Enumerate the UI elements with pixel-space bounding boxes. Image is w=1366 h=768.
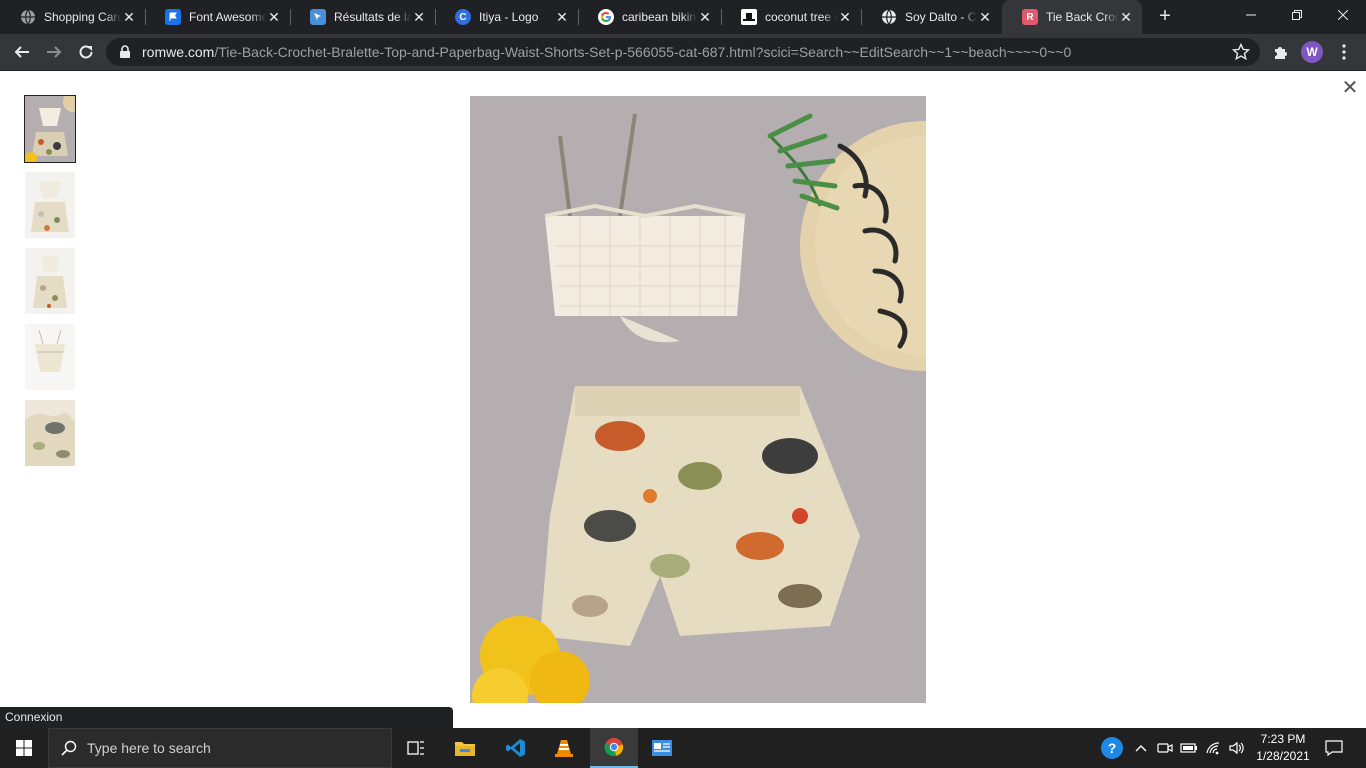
close-tab-icon[interactable]: ✕ <box>697 9 713 25</box>
task-view-button[interactable] <box>392 728 440 768</box>
c-icon: C <box>455 9 471 25</box>
url-host: romwe.com <box>142 44 215 60</box>
kebab-menu-icon <box>1342 44 1346 60</box>
tab-title: Soy Dalto - Cu <box>905 10 977 24</box>
windows-taskbar: Type here to search ? 7:23 PM 1/28/2021 <box>0 728 1366 768</box>
page-content: ✕ <box>0 71 1366 728</box>
url-path: /Tie-Back-Crochet-Bralette-Top-and-Paper… <box>214 44 1072 60</box>
arrow-right-icon <box>47 46 62 58</box>
new-tab-button[interactable]: + <box>1154 5 1176 27</box>
tab-soy-dalto[interactable]: Soy Dalto - Cu ✕ <box>861 0 1001 34</box>
product-main-image[interactable] <box>470 96 926 703</box>
tab-strip: Shopping Card ✕ Font Awesome ✕ Résultats… <box>0 0 1366 34</box>
vscode-icon <box>506 739 525 757</box>
taskbar-search[interactable]: Type here to search <box>48 728 392 768</box>
forward-button[interactable] <box>40 38 68 66</box>
system-clock[interactable]: 7:23 PM 1/28/2021 <box>1252 731 1314 765</box>
search-icon <box>61 740 77 756</box>
tab-title: Font Awesome <box>189 10 266 24</box>
battery-icon[interactable] <box>1179 738 1199 758</box>
search-placeholder: Type here to search <box>87 740 211 756</box>
url-text: romwe.com/Tie-Back-Crochet-Bralette-Top-… <box>142 44 1071 60</box>
wifi-icon[interactable] <box>1203 738 1223 758</box>
reload-button[interactable] <box>72 38 100 66</box>
volume-icon[interactable] <box>1227 738 1247 758</box>
help-icon[interactable]: ? <box>1101 737 1123 759</box>
puzzle-icon <box>1275 47 1287 59</box>
close-tab-icon[interactable]: ✕ <box>266 9 282 25</box>
file-explorer-button[interactable] <box>441 728 489 768</box>
tab-title: Itiya - Logo <box>479 10 539 24</box>
restore-button[interactable] <box>1274 0 1320 30</box>
tab-title: Shopping Card <box>44 10 121 24</box>
close-icon[interactable]: ✕ <box>1341 78 1359 98</box>
pointer-icon <box>310 9 326 25</box>
product-thumbnail[interactable] <box>25 172 75 238</box>
hat-icon <box>741 9 757 25</box>
close-window-button[interactable] <box>1320 0 1366 30</box>
tab-title: coconut tree n <box>765 10 837 24</box>
window-app-icon <box>652 740 672 756</box>
status-bar: Connexion <box>0 707 453 728</box>
tab-tie-back-crochet[interactable]: R Tie Back Croch ✕ <box>1002 0 1142 34</box>
globe-icon <box>20 9 36 25</box>
tab-caribean-bikini[interactable]: caribean bikini ✕ <box>578 0 721 34</box>
chrome-icon <box>604 738 624 757</box>
close-tab-icon[interactable]: ✕ <box>554 9 570 25</box>
flag-icon <box>165 9 181 25</box>
vlc-cone-icon <box>555 740 573 757</box>
close-tab-icon[interactable]: ✕ <box>411 9 427 25</box>
tab-title: Tie Back Croch <box>1046 10 1118 24</box>
reload-icon <box>79 45 93 59</box>
google-icon <box>598 9 614 25</box>
close-tab-icon[interactable]: ✕ <box>837 9 853 25</box>
profile-avatar[interactable]: W <box>1301 41 1323 63</box>
product-thumbnail[interactable] <box>25 400 75 466</box>
address-bar[interactable]: romwe.com/Tie-Back-Crochet-Bralette-Top-… <box>106 38 1260 66</box>
vscode-button[interactable] <box>492 728 540 768</box>
product-thumbnail[interactable] <box>25 248 75 314</box>
task-view-icon <box>407 741 424 755</box>
notification-icon[interactable] <box>1324 738 1344 758</box>
chrome-button[interactable] <box>590 728 638 768</box>
vlc-button[interactable] <box>540 728 588 768</box>
tab-resultats[interactable]: Résultats de la ✕ <box>290 0 435 34</box>
clock-time: 7:23 PM <box>1260 732 1306 746</box>
product-thumbnail[interactable] <box>25 324 75 390</box>
minimize-button[interactable] <box>1228 0 1274 30</box>
tab-title: Résultats de la <box>334 10 411 24</box>
tab-itiya-logo[interactable]: C Itiya - Logo ✕ <box>435 0 578 34</box>
clock-date: 1/28/2021 <box>1256 749 1310 763</box>
browser-toolbar: romwe.com/Tie-Back-Crochet-Bralette-Top-… <box>0 34 1366 71</box>
close-tab-icon[interactable]: ✕ <box>977 9 993 25</box>
chevron-up-icon[interactable] <box>1131 738 1151 758</box>
back-button[interactable] <box>8 38 36 66</box>
menu-button[interactable] <box>1330 38 1358 66</box>
thumbnail-list <box>24 95 76 476</box>
app-button[interactable] <box>638 728 686 768</box>
meet-now-icon[interactable] <box>1155 738 1175 758</box>
start-button[interactable] <box>0 728 48 768</box>
windows-logo-icon <box>16 740 32 756</box>
extensions-button[interactable] <box>1266 38 1294 66</box>
tab-coconut-tree[interactable]: coconut tree n ✕ <box>721 0 861 34</box>
bookmark-star-icon[interactable] <box>1232 43 1250 61</box>
lock-icon <box>120 45 130 58</box>
folder-icon <box>455 742 475 756</box>
tab-shopping-card[interactable]: Shopping Card ✕ <box>0 0 145 34</box>
product-thumbnail[interactable] <box>24 95 76 163</box>
close-tab-icon[interactable]: ✕ <box>121 9 137 25</box>
globe-icon <box>881 9 897 25</box>
romwe-icon: R <box>1022 9 1038 25</box>
close-tab-icon[interactable]: ✕ <box>1118 9 1134 25</box>
tab-title: caribean bikini <box>622 10 697 24</box>
tab-font-awesome[interactable]: Font Awesome ✕ <box>145 0 290 34</box>
arrow-left-icon <box>14 46 29 58</box>
